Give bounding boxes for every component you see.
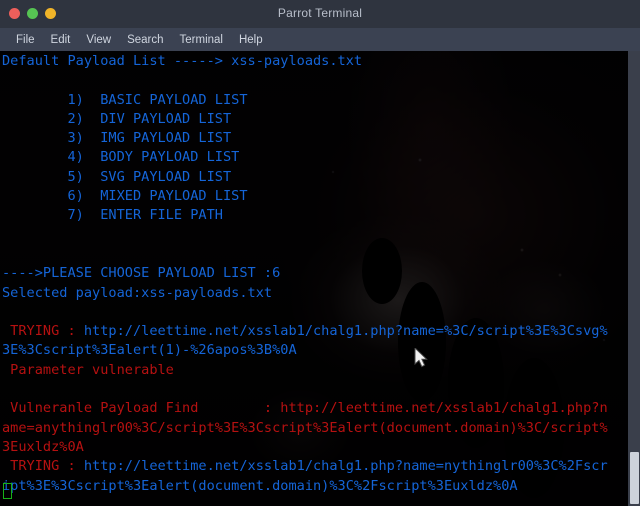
terminal-line: TRYING : http://leettime.net/xsslab1/cha…	[2, 457, 628, 476]
terminal-line: ---->PLEASE CHOOSE PAYLOAD LIST :6	[2, 264, 628, 283]
terminal-line: Default Payload List -----> xss-payloads…	[2, 52, 628, 71]
terminal-line-segment: 1) BASIC PAYLOAD LIST	[2, 91, 248, 108]
terminal-line: 2) DIV PAYLOAD LIST	[2, 110, 628, 129]
terminal-line-segment: 3E%3Cscript%3Ealert(1)-%26apos%3B%0A	[2, 342, 297, 359]
terminal-line-segment: Default Payload List -----> xss-payloads…	[2, 53, 363, 69]
terminal-line-segment: 3) IMG PAYLOAD LIST	[2, 130, 232, 147]
terminal-line: 1) BASIC PAYLOAD LIST	[2, 91, 628, 110]
terminal-line: Vulneranle Payload Find : http://leettim…	[2, 399, 628, 418]
terminal-line-segment: Selected payload:xss-payloads.txt	[2, 284, 273, 301]
terminal-line-segment: http://leettime.net/xsslab1/chalg1.php?n…	[83, 458, 608, 475]
terminal-line: 4) BODY PAYLOAD LIST	[2, 148, 628, 167]
terminal-line-segment	[2, 72, 10, 88]
menu-item-view[interactable]: View	[78, 32, 119, 48]
terminal-line-segment: 5) SVG PAYLOAD LIST	[2, 168, 232, 185]
terminal-line: TRYING : http://leettime.net/xsslab1/cha…	[2, 322, 628, 341]
menu-item-search[interactable]: Search	[119, 32, 171, 48]
menu-item-help[interactable]: Help	[231, 32, 271, 48]
terminal-line: Parameter vulnerable	[2, 361, 628, 380]
terminal-cursor	[3, 483, 12, 499]
terminal-line: ipt%3E%3Cscript%3Ealert(document.domain)…	[2, 477, 628, 496]
terminal-text: Default Payload List -----> xss-payloads…	[2, 52, 628, 496]
menu-bar: File Edit View Search Terminal Help	[0, 28, 640, 51]
title-bar[interactable]: Parrot Terminal	[0, 0, 640, 28]
terminal-line-segment: TRYING :	[2, 458, 84, 475]
terminal-line: 5) SVG PAYLOAD LIST	[2, 168, 628, 187]
terminal-line	[2, 380, 628, 399]
menu-item-edit[interactable]: Edit	[43, 32, 79, 48]
terminal-line-segment: 7) ENTER FILE PATH	[2, 207, 223, 224]
window-title: Parrot Terminal	[277, 6, 363, 20]
terminal-line: 3Euxldz%0A	[2, 438, 628, 457]
terminal-output-area[interactable]: Default Payload List -----> xss-payloads…	[0, 51, 628, 506]
terminal-line-segment	[2, 246, 10, 262]
terminal-line-segment: 3Euxldz%0A	[2, 438, 84, 455]
terminal-line-segment	[2, 227, 10, 243]
terminal-line: 3) IMG PAYLOAD LIST	[2, 129, 628, 148]
terminal-line-segment: ipt%3E%3Cscript%3Ealert(document.domain)…	[2, 477, 518, 494]
terminal-line-segment: Parameter vulnerable	[2, 361, 174, 378]
scrollbar-thumb[interactable]	[630, 452, 639, 504]
terminal-line-segment: http://leettime.net/xsslab1/chalg1.php?n…	[83, 323, 608, 340]
menu-item-file[interactable]: File	[8, 32, 43, 48]
terminal-line-segment: 4) BODY PAYLOAD LIST	[2, 149, 240, 166]
terminal-line: 6) MIXED PAYLOAD LIST	[2, 187, 628, 206]
terminal-line: 7) ENTER FILE PATH	[2, 206, 628, 225]
terminal-line: Selected payload:xss-payloads.txt	[2, 284, 628, 303]
terminal-line-segment: TRYING :	[2, 323, 84, 340]
terminal-line-segment	[2, 304, 10, 320]
terminal-line-segment: ame=anythinglr00%3C/script%3E%3Cscript%3…	[2, 419, 608, 436]
terminal-line-segment	[2, 381, 10, 397]
terminal-line	[2, 226, 628, 245]
terminal-line	[2, 303, 628, 322]
terminal-line: ame=anythinglr00%3C/script%3E%3Cscript%3…	[2, 419, 628, 438]
terminal-line-segment: ---->PLEASE CHOOSE PAYLOAD LIST :6	[2, 265, 281, 282]
terminal-line-segment: 6) MIXED PAYLOAD LIST	[2, 188, 248, 205]
terminal-line-segment: 2) DIV PAYLOAD LIST	[2, 110, 232, 127]
menu-item-terminal[interactable]: Terminal	[172, 32, 231, 48]
terminal-line	[2, 71, 628, 90]
terminal-line	[2, 245, 628, 264]
terminal-line: 3E%3Cscript%3Ealert(1)-%26apos%3B%0A	[2, 341, 628, 360]
terminal-window: Parrot Terminal File Edit View Search Te…	[0, 0, 640, 506]
terminal-scrollbar[interactable]	[628, 51, 640, 506]
terminal-line-segment: Vulneranle Payload Find : http://leettim…	[2, 400, 608, 417]
